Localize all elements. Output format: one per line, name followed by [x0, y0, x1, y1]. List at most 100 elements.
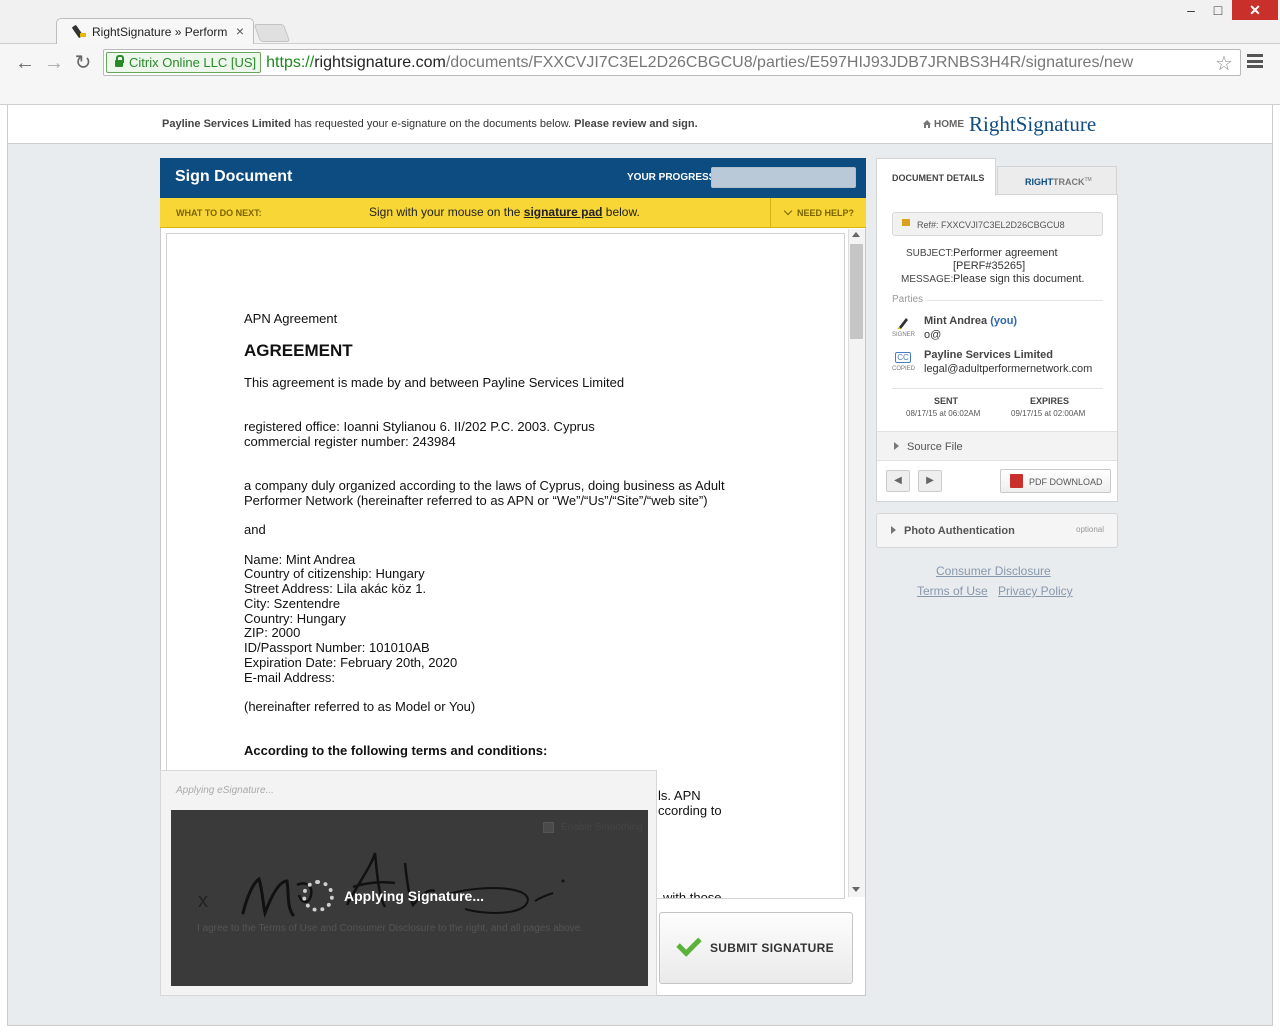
reference-field: Ref#: FXXCVJI7C3EL2D26CBGCU8	[892, 212, 1103, 236]
privacy-policy-link[interactable]: Privacy Policy	[998, 584, 1073, 598]
home-icon[interactable]	[922, 119, 932, 129]
back-arrow-icon[interactable]: ←	[13, 51, 37, 75]
requester-name: Payline Services Limited	[162, 118, 292, 130]
copied-tag: COPIED	[892, 366, 916, 372]
tab-righttrack-b: TRACK	[1053, 177, 1085, 187]
enable-smoothing-checkbox[interactable]	[543, 822, 554, 833]
expand-arrow-icon[interactable]	[894, 442, 899, 450]
request-message: Payline Services Limited has requested y…	[162, 118, 698, 130]
reload-icon[interactable]: ↻	[71, 51, 95, 75]
optional-label: optional	[1076, 525, 1105, 534]
terms-of-use-link[interactable]: Terms of Use	[917, 584, 988, 598]
doc-line: APN Agreement	[244, 311, 338, 326]
signature-x-mark: x	[198, 890, 208, 912]
logo-signature: Signature	[1015, 112, 1097, 136]
doc-heading: AGREEMENT	[244, 341, 353, 360]
signature-pad-link[interactable]: signature pad	[524, 205, 603, 219]
url-text: https://rightsignature.com/documents/FXX…	[266, 54, 1133, 72]
doc-line: and	[244, 522, 266, 537]
instruction-post: below.	[602, 205, 640, 219]
message-value: Please sign this document.	[953, 273, 1085, 285]
scrollbar-thumb[interactable]	[850, 244, 863, 339]
progress-label: YOUR PROGRESS	[627, 172, 716, 183]
home-link[interactable]: HOME	[934, 119, 964, 130]
minimize-icon[interactable]: –	[1176, 0, 1206, 20]
sent-label: SENT	[934, 396, 959, 406]
signer-name: Mint Andrea (you)	[924, 315, 1017, 327]
new-tab-button[interactable]	[253, 24, 291, 42]
signer-name-text: Mint Andrea	[924, 315, 988, 327]
need-help-button[interactable]: NEED HELP?	[770, 198, 866, 228]
doc-fragment: with those	[663, 890, 722, 898]
bookmark-star-icon[interactable]: ☆	[1215, 51, 1233, 76]
doc-line: Name: Mint Andrea	[244, 552, 356, 567]
doc-line: ZIP: 2000	[244, 625, 301, 640]
menu-icon[interactable]	[1247, 54, 1263, 68]
expand-arrow-icon[interactable]	[891, 526, 896, 534]
instruction-text: Sign with your mouse on the signature pa…	[369, 205, 640, 219]
pen-favicon-icon	[73, 25, 87, 39]
source-file-toggle[interactable]: Source File	[877, 431, 1117, 461]
subject-value-2: [PERF#35265]	[953, 260, 1026, 272]
doc-line: According to the following terms and con…	[244, 743, 548, 758]
ref-value: FXXCVJI7C3EL2D26CBGCU8	[941, 220, 1065, 230]
window-close-icon[interactable]: ✕	[1232, 0, 1278, 20]
previous-page-icon[interactable]: ◀	[886, 470, 910, 492]
applying-signature-overlay: Applying Signature...	[344, 888, 485, 904]
rightsignature-logo[interactable]: RightSignature	[969, 112, 1096, 137]
expires-label: EXPIRES	[1030, 396, 1070, 406]
browser-tab[interactable]: RightSignature » Perform	[56, 18, 254, 45]
doc-line: (hereinafter referred to as Model or You…	[244, 699, 476, 714]
doc-line: a company duly organized according to th…	[244, 478, 725, 493]
pdf-icon	[1010, 474, 1023, 488]
request-bold: Please review and sign.	[574, 118, 698, 130]
doc-line: E-mail Address:	[244, 670, 336, 685]
consumer-disclosure-link[interactable]: Consumer Disclosure	[936, 564, 1051, 578]
scroll-down-icon[interactable]	[852, 887, 860, 892]
logo-right: Right	[969, 112, 1016, 136]
doc-line: Expiration Date: February 20th, 2020	[244, 655, 458, 670]
ev-certificate-badge[interactable]: Citrix Online LLC [US]	[106, 52, 262, 73]
address-bar[interactable]: Citrix Online LLC [US] https://rightsign…	[103, 49, 1241, 76]
tab-righttrack-a: RIGHT	[1025, 177, 1053, 187]
doc-line: Street Address: Lila akác köz 1.	[244, 581, 427, 596]
applying-esignature-label: Applying eSignature...	[176, 785, 274, 796]
message-label: MESSAGE:	[901, 274, 954, 285]
parties-label: Parties	[892, 294, 928, 305]
doc-line: This agreement is made by and between Pa…	[244, 375, 625, 390]
doc-line: ID/Passport Number: 101010AB	[244, 640, 430, 655]
submit-signature-label: SUBMIT SIGNATURE	[710, 941, 834, 955]
tab-document-details[interactable]: DOCUMENT DETAILS	[876, 158, 996, 196]
doc-line: commercial register number: 243984	[244, 434, 456, 449]
enable-smoothing-label: Enable Smoothing	[561, 822, 643, 833]
next-page-icon[interactable]: ▶	[918, 470, 942, 492]
copied-email: legal@adultperformernetwork.com	[924, 363, 1093, 375]
maximize-icon[interactable]: □	[1203, 0, 1233, 20]
tab-close-icon[interactable]: ×	[232, 23, 248, 39]
bookmarks-bar	[0, 80, 1280, 105]
agree-text: I agree to the Terms of Use and Consumer…	[197, 923, 584, 934]
scroll-up-icon[interactable]	[852, 232, 860, 237]
signer-email: o@	[924, 329, 942, 341]
tab-title: RightSignature » Perform	[92, 25, 228, 39]
doc-line: Country of citizenship: Hungary	[244, 566, 425, 581]
drawn-signature	[241, 852, 565, 919]
doc-line: Country: Hungary	[244, 611, 346, 626]
copied-name: Payline Services Limited	[924, 349, 1054, 361]
sign-document-title: Sign Document	[175, 168, 293, 185]
doc-line: Performer Network (hereinafter referred …	[244, 493, 708, 508]
divider	[892, 388, 1103, 389]
expires-value: 09/17/15 at 02:00AM	[1011, 409, 1086, 418]
ref-label: Ref#:	[917, 220, 939, 230]
forward-arrow-icon[interactable]: →	[42, 51, 66, 75]
url-path: /documents/FXXCVJI7C3EL2D26CBGCU8/partie…	[445, 53, 1134, 71]
loading-spinner-icon	[302, 880, 334, 912]
tab-righttrack-tm: TM	[1084, 177, 1092, 183]
tab-righttrack[interactable]: RIGHTTRACKTM	[997, 166, 1117, 195]
lock-icon	[902, 219, 910, 226]
subject-label: SUBJECT:	[906, 248, 954, 259]
what-to-do-label: WHAT TO DO NEXT:	[176, 208, 262, 218]
url-scheme: https://	[266, 53, 315, 71]
request-text: has requested your e-signature on the do…	[291, 118, 575, 130]
subject-value-1: Performer agreement	[953, 247, 1058, 259]
